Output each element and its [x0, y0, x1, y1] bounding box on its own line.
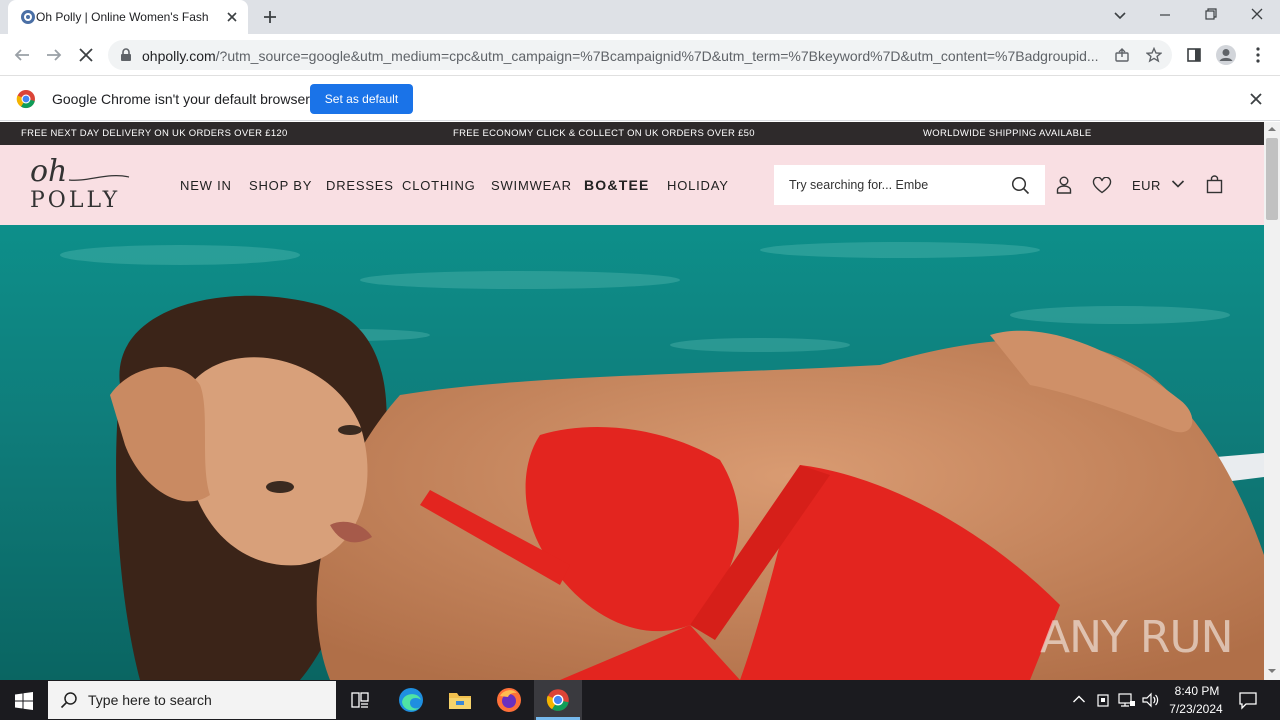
- firefox-icon[interactable]: [496, 687, 522, 713]
- announcement-worldwide[interactable]: WORLDWIDE SHIPPING AVAILABLE: [923, 128, 1092, 139]
- set-as-default-button[interactable]: Set as default: [310, 84, 413, 114]
- logo-script: oh: [30, 154, 68, 189]
- share-icon[interactable]: [1114, 47, 1130, 63]
- site-favicon-icon: [21, 10, 35, 24]
- minimize-icon[interactable]: [1158, 8, 1172, 22]
- bookmark-star-icon[interactable]: [1146, 47, 1162, 63]
- announcement-delivery[interactable]: FREE NEXT DAY DELIVERY ON UK ORDERS OVER…: [21, 128, 288, 139]
- site-search-placeholder: Try searching for... Embe: [789, 178, 929, 192]
- network-icon[interactable]: [1118, 692, 1136, 708]
- windows-start-icon[interactable]: [15, 692, 33, 710]
- scrollbar-thumb[interactable]: [1266, 138, 1278, 220]
- window-close-icon[interactable]: [1250, 7, 1264, 21]
- nav-bo-and-tee[interactable]: BO&TEE: [584, 177, 650, 193]
- notifications-icon[interactable]: [1238, 690, 1258, 710]
- back-icon[interactable]: [13, 47, 31, 63]
- nav-dresses[interactable]: DRESSES: [326, 178, 394, 193]
- side-panel-icon[interactable]: [1186, 47, 1202, 63]
- account-icon[interactable]: [1056, 176, 1072, 194]
- nav-clothing[interactable]: CLOTHING: [402, 178, 476, 193]
- forward-icon[interactable]: [45, 47, 63, 63]
- chrome-logo-icon: [16, 90, 35, 109]
- profile-avatar-icon[interactable]: [1215, 44, 1237, 66]
- nav-shop-by[interactable]: SHOP BY: [249, 178, 312, 193]
- announcement-click-collect[interactable]: FREE ECONOMY CLICK & COLLECT ON UK ORDER…: [453, 128, 755, 139]
- currency-selector[interactable]: EUR: [1132, 178, 1161, 193]
- nav-swimwear[interactable]: SWIMWEAR: [491, 178, 572, 193]
- search-icon[interactable]: [1011, 176, 1030, 195]
- oh-polly-logo[interactable]: oh POLLY: [28, 154, 132, 214]
- chevron-down-icon[interactable]: [1171, 179, 1185, 189]
- lock-icon[interactable]: [120, 48, 132, 62]
- taskbar-search-placeholder: Type here to search: [88, 692, 212, 708]
- task-view-icon[interactable]: [350, 690, 370, 710]
- url-host: ohpolly.com: [142, 48, 216, 64]
- wishlist-heart-icon[interactable]: [1092, 177, 1112, 194]
- logo-swash-icon: [68, 175, 130, 181]
- stop-loading-icon[interactable]: [78, 47, 94, 63]
- anyrun-watermark: ANY RUN: [1040, 612, 1234, 663]
- url-text[interactable]: ohpolly.com/?utm_source=google&utm_mediu…: [142, 48, 1100, 64]
- tab-title: Oh Polly | Online Women's Fashion: [36, 10, 208, 24]
- nav-new-in[interactable]: NEW IN: [180, 178, 232, 193]
- infobar-message: Google Chrome isn't your default browser: [52, 91, 310, 107]
- chrome-menu-icon[interactable]: [1252, 46, 1264, 64]
- nav-holiday[interactable]: HOLIDAY: [667, 178, 729, 193]
- scroll-down-icon[interactable]: [1268, 667, 1276, 675]
- logo-wordmark: POLLY: [30, 188, 121, 213]
- url-path: /?utm_source=google&utm_medium=cpc&utm_c…: [215, 48, 1099, 64]
- taskbar-search-icon: [60, 692, 77, 709]
- volume-icon[interactable]: [1142, 692, 1160, 708]
- show-hidden-icons-icon[interactable]: [1072, 694, 1086, 704]
- new-tab-icon[interactable]: [262, 9, 278, 25]
- edge-browser-icon[interactable]: [398, 687, 424, 713]
- scroll-up-icon[interactable]: [1268, 125, 1276, 133]
- restore-icon[interactable]: [1204, 7, 1218, 21]
- file-explorer-icon[interactable]: [448, 689, 472, 711]
- infobar-close-icon[interactable]: [1249, 92, 1263, 106]
- clock-time[interactable]: 8:40 PM: [1172, 684, 1222, 698]
- announcement-bar: FREE NEXT DAY DELIVERY ON UK ORDERS OVER…: [0, 122, 1264, 145]
- clock-date[interactable]: 7/23/2024: [1165, 702, 1227, 716]
- tab-search-icon[interactable]: [1113, 10, 1127, 22]
- chrome-taskbar-icon: [546, 689, 569, 711]
- device-tray-icon[interactable]: [1096, 692, 1110, 708]
- tab-close-icon[interactable]: [226, 11, 238, 23]
- shopping-bag-icon[interactable]: [1206, 175, 1223, 194]
